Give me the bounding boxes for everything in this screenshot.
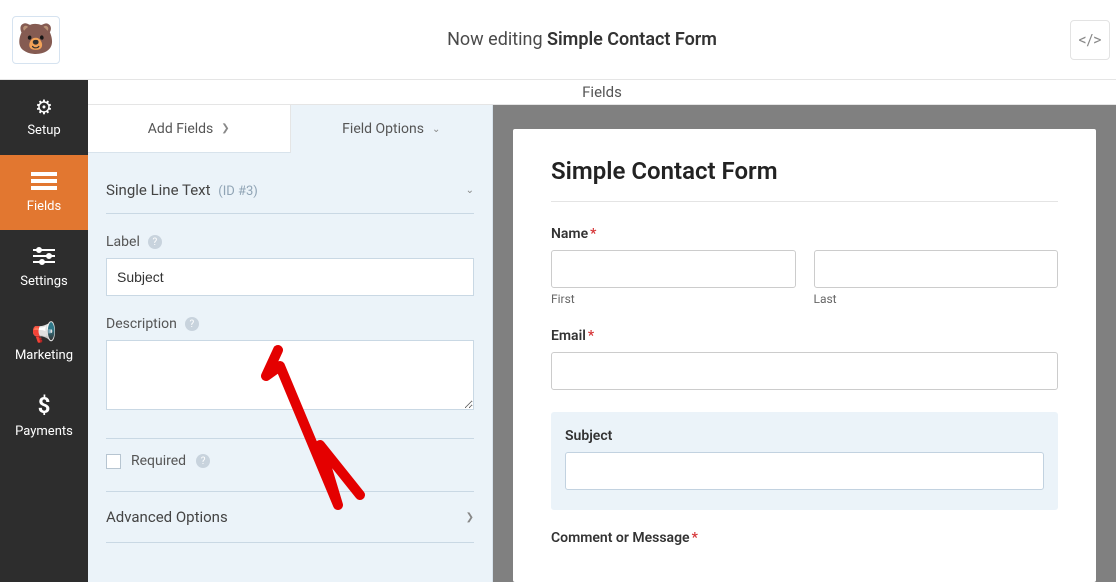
advanced-options-label: Advanced Options xyxy=(106,508,228,526)
tab-add-label: Add Fields xyxy=(148,121,214,137)
editing-prefix: Now editing xyxy=(447,29,542,50)
section-title: Fields xyxy=(88,80,1116,105)
nav-setup-label: Setup xyxy=(27,123,60,138)
label-input[interactable] xyxy=(106,258,474,296)
form-preview-wrap: Simple Contact Form Name* First Last xyxy=(493,105,1116,582)
last-name-input[interactable] xyxy=(814,250,1059,288)
subject-field-label: Subject xyxy=(565,428,1044,444)
fields-icon xyxy=(31,172,57,193)
chevron-right-icon: ❯ xyxy=(221,123,229,134)
chevron-down-icon: ⌄ xyxy=(466,185,474,196)
nav-fields-label: Fields xyxy=(27,199,61,214)
wpforms-logo[interactable]: 🐻 xyxy=(12,16,60,64)
help-icon[interactable]: ? xyxy=(196,454,210,468)
bullhorn-icon: 📢 xyxy=(32,322,57,342)
dollar-icon: $ xyxy=(38,396,51,418)
embed-code-button[interactable]: </> xyxy=(1070,20,1110,60)
nav-fields[interactable]: Fields xyxy=(0,155,88,230)
nav-payments-label: Payments xyxy=(15,424,73,439)
selected-field-block[interactable]: Subject xyxy=(551,412,1058,510)
description-input[interactable] xyxy=(106,340,474,410)
help-icon[interactable]: ? xyxy=(148,235,162,249)
nav-payments[interactable]: $ Payments xyxy=(0,380,88,455)
name-field-label: Name xyxy=(551,226,588,242)
divider xyxy=(551,201,1058,202)
email-field-label: Email xyxy=(551,328,586,344)
nav-marketing[interactable]: 📢 Marketing xyxy=(0,305,88,380)
tab-field-options[interactable]: Field Options ⌄ xyxy=(291,105,493,153)
comment-field-label: Comment or Message xyxy=(551,530,690,546)
nav-setup[interactable]: ⚙ Setup xyxy=(0,80,88,155)
field-id-label: (ID #3) xyxy=(218,184,258,199)
field-type-label: Single Line Text xyxy=(106,181,211,199)
required-asterisk: * xyxy=(588,328,594,344)
label-caption: Label xyxy=(106,234,140,250)
field-header-toggle[interactable]: Single Line Text (ID #3) ⌄ xyxy=(106,171,474,214)
editing-title: Now editing Simple Contact Form xyxy=(60,29,1104,50)
sliders-icon xyxy=(33,247,55,268)
required-asterisk: * xyxy=(692,530,698,546)
first-sublabel: First xyxy=(551,292,796,306)
nav-settings-label: Settings xyxy=(20,274,67,289)
help-icon[interactable]: ? xyxy=(185,317,199,331)
chevron-right-icon: ❯ xyxy=(466,512,474,523)
description-caption: Description xyxy=(106,316,177,332)
tab-options-label: Field Options xyxy=(342,121,424,137)
form-name: Simple Contact Form xyxy=(547,29,717,50)
required-label: Required xyxy=(131,453,186,469)
first-name-input[interactable] xyxy=(551,250,796,288)
nav-marketing-label: Marketing xyxy=(15,348,73,363)
required-asterisk: * xyxy=(590,226,596,242)
last-sublabel: Last xyxy=(814,292,1059,306)
preview-title: Simple Contact Form xyxy=(551,157,1058,185)
subject-input[interactable] xyxy=(565,452,1044,490)
advanced-options-toggle[interactable]: Advanced Options ❯ xyxy=(106,491,474,543)
code-icon: </> xyxy=(1078,30,1101,49)
form-preview: Simple Contact Form Name* First Last xyxy=(513,129,1096,582)
field-options-panel: Add Fields ❯ Field Options ⌄ Single Line… xyxy=(88,105,493,582)
gear-icon: ⚙ xyxy=(35,97,53,117)
topbar: 🐻 Now editing Simple Contact Form </> xyxy=(0,0,1116,80)
tab-add-fields[interactable]: Add Fields ❯ xyxy=(88,105,291,153)
email-input[interactable] xyxy=(551,352,1058,390)
chevron-down-icon: ⌄ xyxy=(432,124,440,135)
left-nav: ⚙ Setup Fields Settings 📢 Marketing $ Pa… xyxy=(0,80,88,582)
nav-settings[interactable]: Settings xyxy=(0,230,88,305)
required-checkbox[interactable] xyxy=(106,454,121,469)
